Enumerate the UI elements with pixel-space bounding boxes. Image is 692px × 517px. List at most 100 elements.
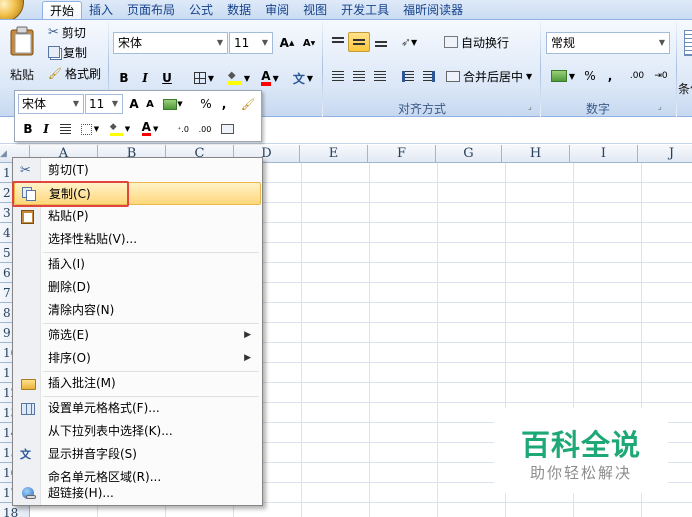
- mini-font-size-select[interactable]: 11 ▼: [85, 94, 123, 114]
- number-dialog-launcher[interactable]: ⌟: [658, 102, 662, 111]
- mini-increase-decimal-button[interactable]: ⁺.0: [173, 119, 193, 139]
- align-center-button[interactable]: [349, 66, 369, 86]
- mini-comma-button[interactable]: ,: [218, 94, 230, 114]
- font-name-value: 宋体: [118, 36, 143, 50]
- underline-button[interactable]: U: [158, 68, 176, 88]
- menu-item-hyperlink[interactable]: 超链接(H)...: [14, 482, 261, 505]
- tab-view[interactable]: 视图: [296, 1, 334, 20]
- column-header[interactable]: G: [436, 145, 502, 163]
- font-color-button[interactable]: A ▼: [256, 68, 284, 88]
- percent-button[interactable]: %: [582, 66, 598, 86]
- mini-percent-button[interactable]: %: [199, 94, 213, 114]
- decrease-indent-icon: [402, 70, 414, 82]
- menu-item-filter[interactable]: 筛选(E) ▶: [14, 324, 261, 347]
- copy-button[interactable]: 复制: [48, 43, 87, 61]
- grow-font-button[interactable]: A ▲: [276, 33, 298, 53]
- tab-page-layout[interactable]: 页面布局: [120, 1, 182, 20]
- menu-item-pick-from-list[interactable]: 从下拉列表中选择(K)...: [14, 420, 261, 443]
- tab-developer[interactable]: 开发工具: [334, 1, 396, 20]
- scissors-icon: ✂: [20, 163, 31, 178]
- brush-icon: 🖌: [241, 97, 255, 111]
- cut-button[interactable]: ✂ 剪切: [48, 23, 86, 41]
- number-group-label: 数字: [586, 102, 611, 116]
- mini-accounting-button[interactable]: ▼: [159, 94, 187, 114]
- watermark-logo: 百科全说 助你轻松解决: [494, 408, 668, 493]
- mini-center-button[interactable]: [57, 119, 73, 139]
- menu-item-paste-special[interactable]: 选择性粘贴(V)...: [14, 228, 261, 251]
- column-header[interactable]: H: [502, 145, 570, 163]
- format-painter-button[interactable]: 🖌 格式刷: [48, 64, 101, 82]
- mini-font-name-select[interactable]: 宋体 ▼: [18, 94, 84, 114]
- mini-decrease-decimal-button[interactable]: .00: [195, 119, 215, 139]
- tab-home[interactable]: 开始: [42, 1, 83, 20]
- font-size-select[interactable]: 11 ▼: [229, 32, 273, 54]
- comma-style-button[interactable]: ,: [603, 66, 617, 86]
- mini-bold-button[interactable]: B: [20, 119, 36, 139]
- mini-fill-color-button[interactable]: ◆ ▼: [107, 119, 133, 139]
- format-painter-label: 格式刷: [64, 66, 101, 81]
- fill-color-button[interactable]: ◆ ▼: [225, 68, 253, 88]
- orientation-button[interactable]: ➶ ▼: [394, 32, 424, 52]
- mini-border-button[interactable]: ▼: [77, 119, 103, 139]
- mini-font-color-button[interactable]: A ▼: [137, 119, 163, 139]
- bold-button[interactable]: B: [115, 68, 133, 88]
- menu-item-label: 排序(O): [48, 351, 91, 365]
- paste-label: 粘贴: [10, 68, 35, 82]
- alignment-group-label: 对齐方式: [398, 102, 447, 116]
- conditional-format-icon[interactable]: [684, 30, 692, 56]
- align-top-button[interactable]: [328, 32, 348, 52]
- menu-item-label: 删除(D): [48, 280, 91, 294]
- menu-item-show-phonetic[interactable]: 文 显示拼音字段(S): [14, 443, 261, 466]
- menu-item-insert-comment[interactable]: 插入批注(M): [14, 372, 261, 395]
- mini-grow-font-button[interactable]: A: [126, 94, 142, 114]
- border-icon: [80, 123, 92, 135]
- paste-button[interactable]: 粘贴: [4, 24, 40, 84]
- menu-item-format-cells[interactable]: 设置单元格格式(F)...: [14, 397, 261, 420]
- align-middle-button[interactable]: [348, 32, 370, 52]
- menu-item-label: 筛选(E): [48, 328, 89, 342]
- accounting-format-button[interactable]: ▼: [547, 66, 579, 86]
- decrease-indent-button[interactable]: [398, 66, 418, 86]
- alignment-dialog-launcher[interactable]: ⌟: [528, 102, 532, 111]
- copy-label: 复制: [63, 45, 88, 60]
- column-header[interactable]: J: [638, 145, 692, 163]
- align-left-icon: [332, 70, 344, 82]
- mini-format-painter-button[interactable]: 🖌: [239, 94, 257, 114]
- tab-foxit-reader[interactable]: 福昕阅读器: [396, 1, 470, 20]
- wrap-text-button[interactable]: 自动换行: [444, 32, 509, 52]
- menu-item-cut[interactable]: ✂ 剪切(T): [14, 159, 261, 182]
- context-menu: ✂ 剪切(T) 复制(C) 粘贴(P) 选择性粘贴(V)... 插入(I) 删除…: [12, 157, 263, 506]
- increase-decimal-button[interactable]: .00: [624, 66, 650, 86]
- tab-insert[interactable]: 插入: [82, 1, 120, 20]
- mini-italic-button[interactable]: I: [39, 119, 53, 139]
- font-name-select[interactable]: 宋体 ▼: [113, 32, 228, 54]
- column-header[interactable]: I: [570, 145, 638, 163]
- align-left-button[interactable]: [328, 66, 348, 86]
- menu-item-delete[interactable]: 删除(D): [14, 276, 261, 299]
- menu-item-insert[interactable]: 插入(I): [14, 253, 261, 276]
- menu-item-clear-contents[interactable]: 清除内容(N): [14, 299, 261, 322]
- align-bottom-button[interactable]: [371, 32, 391, 52]
- copy-icon: [48, 46, 60, 58]
- tab-formulas[interactable]: 公式: [182, 1, 220, 20]
- number-format-select[interactable]: 常规 ▼: [546, 32, 670, 54]
- mini-shrink-font-button[interactable]: A: [143, 94, 157, 114]
- border-button[interactable]: ▼: [190, 68, 218, 88]
- merge-center-button[interactable]: 合并后居中 ▼: [446, 66, 532, 86]
- align-middle-icon: [353, 37, 365, 47]
- mini-merge-button[interactable]: [218, 119, 236, 139]
- phonetic-icon: 文: [20, 448, 31, 461]
- italic-button[interactable]: I: [136, 68, 154, 88]
- tab-review[interactable]: 审阅: [258, 1, 296, 20]
- orientation-icon: ➶: [400, 35, 411, 49]
- column-header[interactable]: F: [368, 145, 436, 163]
- shrink-font-button[interactable]: A ▼: [298, 33, 320, 53]
- decrease-decimal-button[interactable]: ⇥0: [650, 66, 672, 86]
- column-header[interactable]: E: [300, 145, 368, 163]
- phonetic-button[interactable]: 文 ▼: [288, 68, 318, 88]
- align-right-button[interactable]: [370, 66, 390, 86]
- menu-item-paste[interactable]: 粘贴(P): [14, 205, 261, 228]
- menu-item-sort[interactable]: 排序(O) ▶: [14, 347, 261, 370]
- increase-indent-button[interactable]: [419, 66, 439, 86]
- tab-data[interactable]: 数据: [220, 1, 258, 20]
